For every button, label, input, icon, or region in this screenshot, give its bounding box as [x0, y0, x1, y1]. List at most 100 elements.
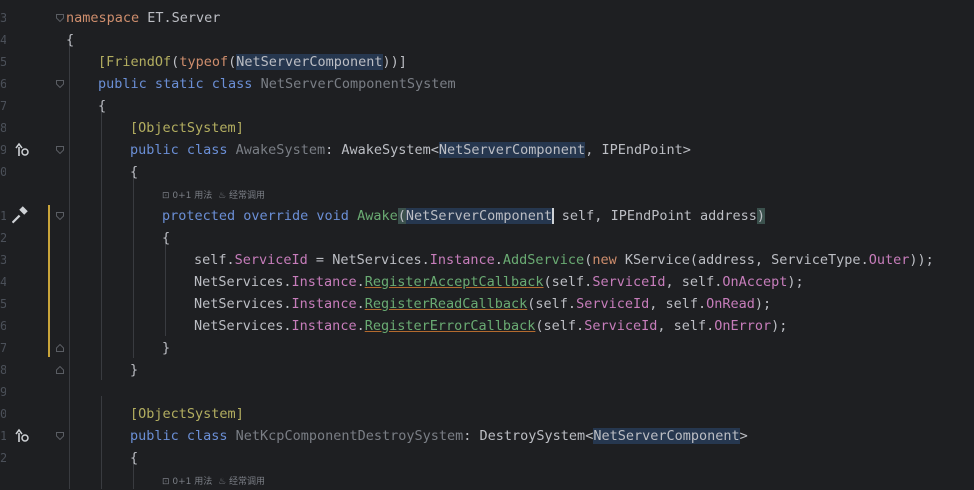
- comma: ,: [585, 142, 602, 158]
- angle-bracket: >: [739, 428, 748, 444]
- callback-ref: OnError: [714, 318, 772, 334]
- usages-count[interactable]: 0+1 用法: [172, 477, 212, 487]
- code-line[interactable]: {: [130, 161, 138, 183]
- paren: ));: [909, 252, 934, 268]
- dot: .: [283, 318, 292, 334]
- property: ServiceId: [584, 318, 658, 334]
- code-line[interactable]: NetServices.Instance.RegisterReadCallbac…: [194, 293, 771, 315]
- parameter: address: [691, 208, 757, 224]
- code-line[interactable]: [ObjectSystem]: [130, 117, 244, 139]
- attribute-name: ObjectSystem: [138, 120, 236, 136]
- bracket: ))]: [382, 54, 407, 70]
- code-line[interactable]: [ObjectSystem]: [130, 403, 244, 425]
- arguments: (address,: [689, 252, 772, 268]
- fold-icon[interactable]: [56, 344, 64, 352]
- brace: {: [130, 450, 139, 466]
- line-number: 4: [0, 275, 6, 289]
- fire-icon: ♨: [218, 191, 229, 201]
- usages-count[interactable]: 0+1 用法: [172, 191, 212, 201]
- fold-icon[interactable]: [56, 14, 64, 22]
- code-line[interactable]: namespace ET.Server: [66, 7, 220, 29]
- line-number: 3: [0, 11, 6, 25]
- paren: (: [228, 54, 237, 70]
- indent-guide: [133, 176, 134, 358]
- code-line[interactable]: {: [130, 447, 138, 469]
- line-number: 0: [0, 407, 6, 421]
- property: Instance: [291, 274, 357, 290]
- code-line[interactable]: }: [162, 337, 170, 359]
- code-line[interactable]: public static class NetServerComponentSy…: [98, 73, 456, 95]
- parameter: self,: [553, 208, 611, 224]
- keyword: typeof: [179, 54, 229, 70]
- class-ref: NetServices: [194, 296, 284, 312]
- base-class: AwakeSystem: [341, 142, 431, 158]
- callback-ref: OnRead: [706, 296, 755, 312]
- code-line[interactable]: public class NetKcpComponentDestroySyste…: [130, 425, 748, 447]
- override-hammer-icon[interactable]: [12, 206, 30, 224]
- implemented-icon[interactable]: [12, 141, 30, 159]
- base-class: DestroySystem: [479, 428, 586, 444]
- dot: .: [860, 252, 869, 268]
- operator: =: [307, 252, 333, 268]
- method-call: RegisterErrorCallback: [364, 318, 536, 334]
- class-ref: KService: [624, 252, 690, 268]
- arguments: , self.: [657, 318, 715, 334]
- property: Instance: [429, 252, 495, 268]
- method-call: RegisterAcceptCallback: [364, 274, 544, 290]
- code-line[interactable]: protected override void Awake(NetServerC…: [162, 205, 766, 227]
- type-reference: IPEndPoint: [601, 142, 683, 158]
- implemented-icon[interactable]: [12, 427, 30, 445]
- fold-icon[interactable]: [56, 212, 64, 220]
- code-line[interactable]: NetServices.Instance.RegisterErrorCallba…: [194, 315, 787, 337]
- fold-icon[interactable]: [56, 146, 64, 154]
- code-line[interactable]: [FriendOf(typeof(NetServerComponent))]: [98, 51, 407, 73]
- vcs-change-marker[interactable]: [48, 205, 50, 357]
- attribute-name: FriendOf: [106, 54, 172, 70]
- frequent-calls[interactable]: 经常调用: [229, 191, 265, 201]
- fire-icon: ♨: [218, 477, 229, 487]
- type-reference: IPEndPoint: [610, 208, 692, 224]
- arguments: (self.: [527, 296, 577, 312]
- fold-icon[interactable]: [56, 366, 64, 374]
- usages-icon: ⊡: [162, 191, 173, 201]
- brace: }: [162, 340, 171, 356]
- code-vision-hint[interactable]: ⊡ 0+1 用法 ♨ 经常调用: [162, 188, 265, 204]
- type-reference: NetServerComponent: [236, 54, 383, 70]
- paren: );: [787, 274, 804, 290]
- dot: .: [356, 318, 365, 334]
- line-number: 1: [0, 209, 6, 223]
- fold-icon[interactable]: [56, 432, 64, 440]
- line-number: 6: [0, 77, 6, 91]
- frequent-calls[interactable]: 经常调用: [229, 477, 265, 487]
- class-name: AwakeSystem: [235, 142, 326, 158]
- brace: {: [162, 230, 171, 246]
- paren: );: [771, 318, 788, 334]
- namespace-name: ET.Server: [139, 10, 221, 26]
- line-number: 7: [0, 341, 6, 355]
- dot: .: [283, 296, 292, 312]
- code-line[interactable]: }: [130, 359, 138, 381]
- code-line[interactable]: NetServices.Instance.RegisterAcceptCallb…: [194, 271, 804, 293]
- dot: .: [283, 274, 292, 290]
- bracket: ]: [235, 406, 244, 422]
- method-name: Awake: [357, 208, 398, 224]
- code-line[interactable]: public class AwakeSystem: AwakeSystem<Ne…: [130, 139, 691, 161]
- bracket: [: [130, 120, 139, 136]
- line-number: 1: [0, 429, 6, 443]
- modifiers: public class: [130, 428, 236, 444]
- angle-bracket: >: [682, 142, 691, 158]
- code-line[interactable]: {: [66, 29, 74, 51]
- code-editor[interactable]: 3 4 5 6 7 8 9 0 1 2 3 4 5 6 7 8 9 0 1 2: [0, 0, 974, 489]
- code-vision-hint[interactable]: ⊡ 0+1 用法 ♨ 经常调用: [162, 474, 265, 490]
- indent-guide: [101, 396, 102, 489]
- code-line[interactable]: {: [98, 95, 106, 117]
- line-number: 9: [0, 143, 6, 157]
- fold-icon[interactable]: [56, 80, 64, 88]
- line-number: 8: [0, 121, 6, 135]
- type-reference: NetServerComponent: [593, 428, 740, 444]
- indent-guide: [69, 44, 70, 489]
- code-line[interactable]: self.ServiceId = NetServices.Instance.Ad…: [194, 249, 934, 271]
- property: ServiceId: [234, 252, 308, 268]
- line-number: 2: [0, 231, 6, 245]
- code-line[interactable]: {: [162, 227, 170, 249]
